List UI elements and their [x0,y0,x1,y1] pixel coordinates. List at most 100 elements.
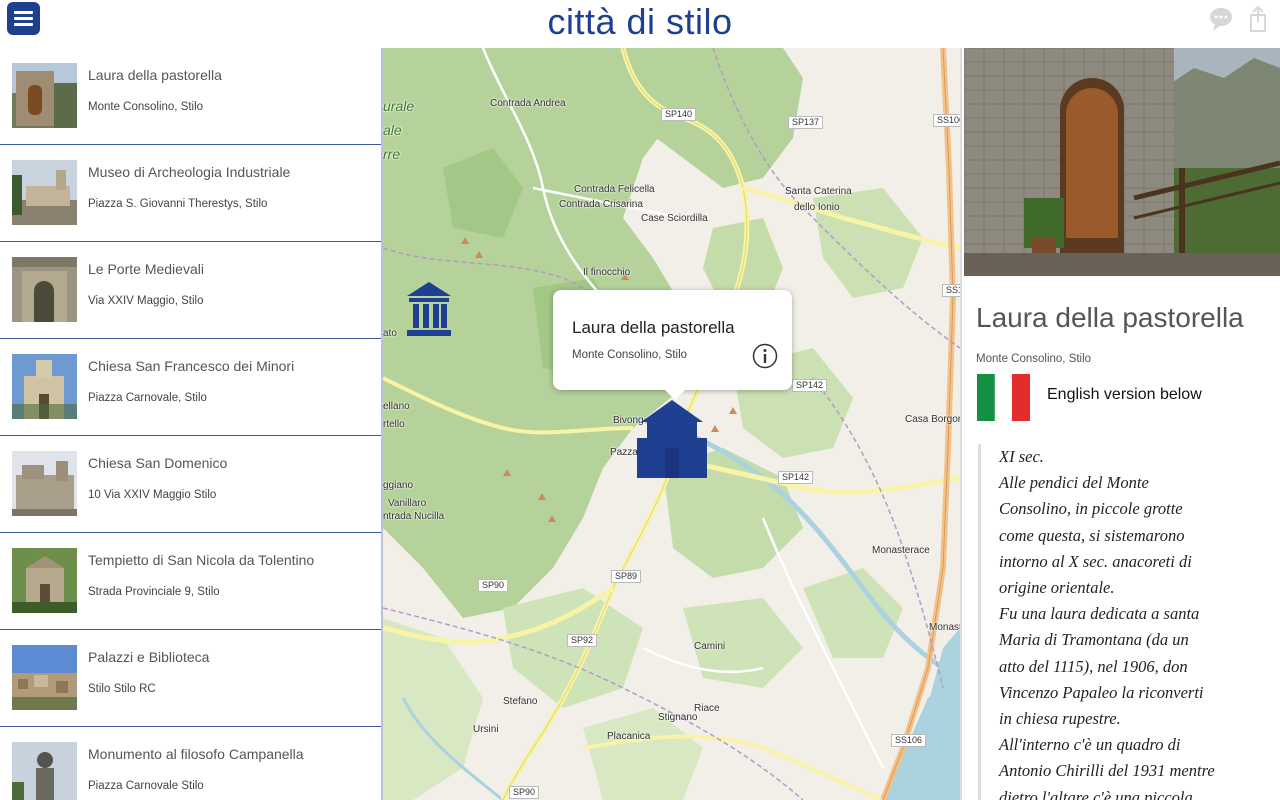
item-thumbnail [12,257,77,322]
map-label: Vanillaro [388,498,427,509]
item-thumbnail [12,645,77,710]
item-address: Stilo Stilo RC [88,683,156,695]
item-address: Piazza Carnovale, Stilo [88,392,207,404]
road-badge: SP142 [792,379,828,392]
description-line: in chiesa rupestre. [999,709,1121,729]
list-item[interactable]: Museo di Archeologia Industriale Piazza … [0,145,381,242]
item-address: Piazza Carnovale Stilo [88,780,204,792]
item-title: Chiesa San Francesco dei Minori [88,358,295,374]
item-title: Le Porte Medievali [88,261,204,277]
description-line: All'interno c'è un quadro di [999,735,1181,755]
item-thumbnail [12,354,77,419]
map-label: Monast [929,622,960,633]
map-label: rtello [383,419,405,430]
map-label: ato [383,328,397,339]
map-label: Placanica [607,731,651,742]
description-line: Alle pendici del Monte [999,473,1149,493]
item-address: Via XXIV Maggio, Stilo [88,295,204,307]
list-item[interactable]: Tempietto di San Nicola da Tolentino Str… [0,533,381,630]
detail-title: Laura della pastorella [976,302,1244,333]
item-title: Laura della pastorella [88,67,222,83]
item-address: Monte Consolino, Stilo [88,101,204,113]
description-line: dietro l'altare c'è una piccola [999,787,1193,800]
map-label: Casa Borgor [905,414,960,425]
map-label: ale [383,122,402,138]
item-thumbnail [12,742,77,800]
item-address: 10 Via XXIV Maggio Stilo [88,489,217,501]
map-label: Monasterace [872,545,930,556]
chat-bubble-icon[interactable] [1206,4,1236,34]
language-note: English version below [1047,386,1202,403]
map-label: dello Ionio [794,202,840,213]
detail-description: XI sec. Alle pendici del Monte Consolino… [978,444,1278,800]
map-popup[interactable]: Laura della pastorella Monte Consolino, … [553,290,792,400]
points-of-interest-list: Laura della pastorella Monte Consolino, … [0,48,383,800]
list-item[interactable]: Chiesa San Francesco dei Minori Piazza C… [0,339,381,436]
map-label: Stignano [658,712,698,723]
map-label: Il finocchio [583,267,631,278]
map-label: Stefano [503,696,538,707]
map-label: ggiano [383,480,414,491]
app-header: città di stilo [0,0,1280,48]
item-title: Tempietto di San Nicola da Tolentino [88,552,315,568]
app-title: città di stilo [547,1,733,42]
item-title: Museo di Archeologia Industriale [88,164,291,180]
italian-flag-icon[interactable] [977,373,1030,422]
description-line: XI sec. [999,447,1044,466]
share-icon[interactable] [1243,4,1273,34]
list-item[interactable]: Monumento al filosofo Campanella Piazza … [0,727,381,800]
map-label: Riace [694,703,720,714]
list-item[interactable]: Chiesa San Domenico 10 Via XXIV Maggio S… [0,436,381,533]
detail-panel: Laura della pastorella Monte Consolino, … [960,48,1280,800]
church-marker-icon[interactable] [637,398,707,482]
item-thumbnail [12,548,77,613]
road-badge: SS106 [891,734,927,747]
map-label: ntrada Nucilla [383,511,445,522]
map-label: Camini [694,641,726,652]
road-badge: SP90 [509,786,540,799]
road-badge: SS1 [942,284,960,297]
description-line: atto del 1115), nel 1906, don [999,656,1188,676]
description-line: Fu una laura dedicata a santa [999,604,1200,624]
map-label: Contrada Felicella [574,184,655,195]
map-label: Ursini [473,724,499,735]
description-line: intorno al X sec. anacoreti di [999,551,1192,571]
list-item[interactable]: Laura della pastorella Monte Consolino, … [0,48,381,145]
map-view[interactable]: Contrada Andrea Contrada Felicella Contr… [383,48,960,800]
description-line: origine orientale. [999,578,1115,598]
item-title: Chiesa San Domenico [88,455,228,471]
road-badge: SP89 [611,570,642,583]
map-label: Contrada Andrea [490,98,566,109]
popup-address: Monte Consolino, Stilo [572,349,688,361]
description-line: come questa, si sistemarono [999,525,1185,545]
detail-photo [964,48,1280,276]
map-label: Contrada Crisarina [559,199,643,210]
description-line: Antonio Chirilli del 1931 mentre [999,761,1215,781]
item-address: Strada Provinciale 9, Stilo [88,586,220,598]
item-title: Palazzi e Biblioteca [88,649,210,665]
museum-marker-icon[interactable] [405,280,453,338]
map-label: Santa Caterina [785,186,852,197]
detail-address: Monte Consolino, Stilo [976,353,1092,365]
road-badge: SP140 [661,108,697,121]
description-line: Vincenzo Papaleo la riconverti [999,682,1204,702]
list-item[interactable]: Palazzi e Biblioteca Stilo Stilo RC [0,630,381,727]
hamburger-menu-icon[interactable] [7,2,40,35]
info-icon[interactable] [752,343,778,369]
road-badge: SP90 [478,579,509,592]
map-label: rre [383,146,401,162]
map-label: ellano [383,401,410,412]
item-title: Monumento al filosofo Campanella [88,746,304,762]
item-thumbnail [12,160,77,225]
item-thumbnail [12,63,77,128]
road-badge: SP142 [778,471,814,484]
item-address: Piazza S. Giovanni Therestys, Stilo [88,198,268,210]
description-line: Maria di Tramontana (da un [999,630,1189,650]
road-badge: SP137 [788,116,824,129]
list-item[interactable]: Le Porte Medievali Via XXIV Maggio, Stil… [0,242,381,339]
description-line: Consolino, in piccole grotte [999,499,1183,519]
road-badge: SS106 [933,114,960,127]
map-label: Case Sciordilla [641,213,708,224]
map-label: urale [383,98,415,114]
popup-title: Laura della pastorella [572,318,735,337]
